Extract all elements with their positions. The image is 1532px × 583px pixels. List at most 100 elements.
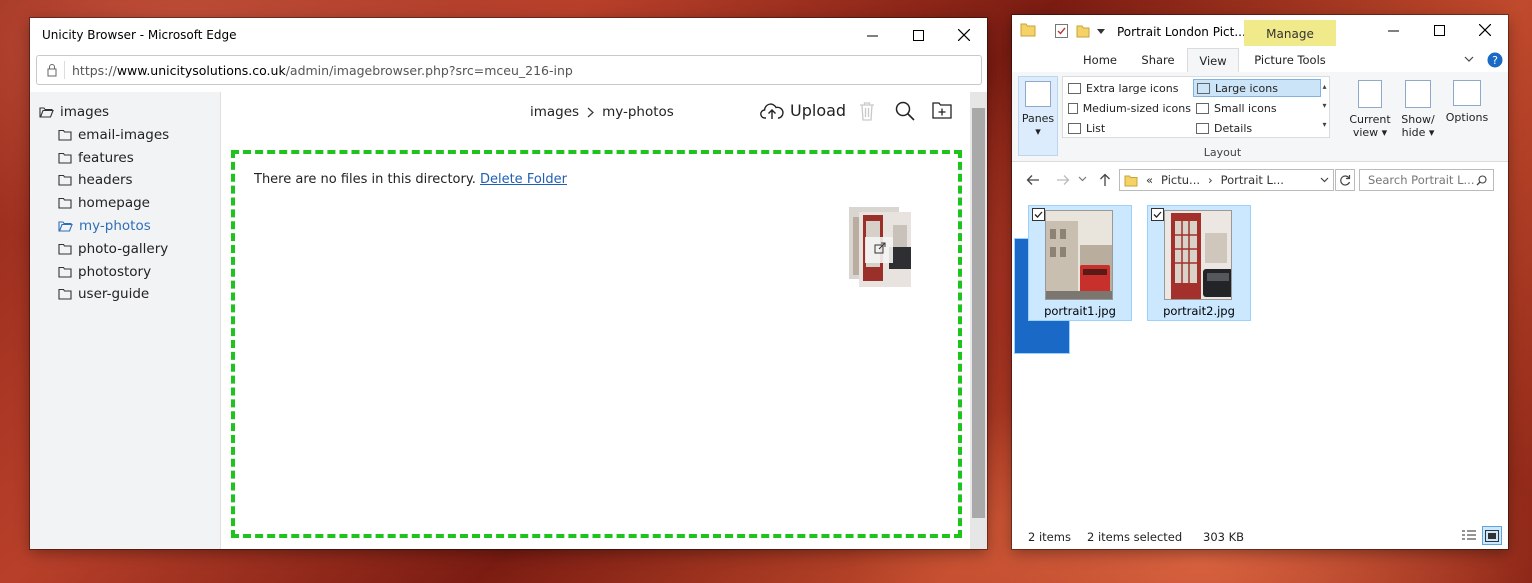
search-icon bbox=[895, 101, 915, 121]
layout-large-icons[interactable]: Large icons bbox=[1193, 79, 1321, 97]
tree-root-images[interactable]: images bbox=[39, 104, 109, 120]
edge-title-bar[interactable]: Unicity Browser - Microsoft Edge bbox=[30, 18, 987, 52]
small-icons-icon bbox=[1196, 102, 1209, 114]
maximize-icon bbox=[1433, 24, 1445, 36]
extra-large-icons-icon bbox=[1068, 82, 1081, 94]
svg-text:?: ? bbox=[1492, 54, 1498, 67]
search-input[interactable]: Search Portrait L... bbox=[1359, 169, 1494, 191]
upload-button[interactable]: Upload bbox=[760, 101, 846, 120]
address-bar[interactable]: https://www.unicitysolutions.co.uk/admin… bbox=[36, 55, 982, 85]
close-button[interactable] bbox=[1462, 15, 1508, 45]
layout-medium-icons[interactable]: Medium-sized icons bbox=[1065, 99, 1191, 117]
minimize-icon bbox=[1387, 30, 1399, 31]
quick-access-dropdown-icon bbox=[1097, 29, 1105, 34]
layout-list[interactable]: List bbox=[1065, 119, 1189, 137]
folder-plus-icon bbox=[932, 102, 952, 119]
path-segment-pictures[interactable]: Pictu... bbox=[1161, 173, 1200, 187]
tab-share[interactable]: Share bbox=[1132, 48, 1184, 72]
minimize-button[interactable] bbox=[849, 18, 895, 52]
layout-item-label: Medium-sized icons bbox=[1082, 101, 1191, 115]
current-view-icon bbox=[1358, 80, 1382, 108]
folder-icon bbox=[58, 243, 72, 255]
image-browser-main: images my-photos Upload There are no fil… bbox=[221, 92, 970, 549]
layout-item-label: Small icons bbox=[1214, 101, 1277, 115]
layout-extra-large-icons[interactable]: Extra large icons bbox=[1065, 79, 1189, 97]
tree-item-headers[interactable]: headers bbox=[58, 172, 133, 188]
address-path[interactable]: « Pictu... › Portrait L... bbox=[1119, 169, 1334, 191]
folder-icon bbox=[58, 129, 72, 141]
url-text[interactable]: https://www.unicitysolutions.co.uk/admin… bbox=[72, 63, 573, 78]
new-folder-button[interactable] bbox=[932, 101, 952, 119]
large-icons-view-button[interactable] bbox=[1482, 526, 1502, 545]
delete-folder-link[interactable]: Delete Folder bbox=[480, 172, 567, 187]
close-button[interactable] bbox=[941, 18, 987, 52]
status-bar: 2 items 2 items selected 303 KB bbox=[1012, 523, 1508, 549]
maximize-button[interactable] bbox=[895, 18, 941, 52]
options-button[interactable]: Options bbox=[1444, 76, 1490, 156]
explorer-title-bar[interactable]: Portrait London Pict... Manage bbox=[1012, 15, 1508, 46]
maximize-button[interactable] bbox=[1416, 15, 1462, 45]
layout-details[interactable]: Details bbox=[1193, 119, 1317, 137]
details-icon bbox=[1196, 122, 1209, 134]
options-icon bbox=[1453, 80, 1481, 106]
dragged-images-icon bbox=[849, 207, 911, 287]
file-item-portrait2[interactable]: portrait2.jpg bbox=[1147, 205, 1251, 321]
status-selected: 2 items selected bbox=[1087, 530, 1183, 544]
recent-dropdown-icon bbox=[1078, 176, 1087, 182]
show-hide-button[interactable]: Show/hide ▾ bbox=[1397, 76, 1439, 156]
minimize-button[interactable] bbox=[1370, 15, 1416, 45]
tree-item-photostory[interactable]: photostory bbox=[58, 264, 151, 280]
checkbox-icon[interactable] bbox=[1032, 208, 1045, 221]
folder-icon bbox=[58, 174, 72, 186]
dropdown-arrow-icon: ▾ bbox=[1035, 125, 1041, 138]
tree-item-my-photos[interactable]: my-photos bbox=[58, 218, 151, 234]
manage-contextual-tab[interactable]: Manage bbox=[1244, 20, 1336, 46]
upload-dropzone[interactable]: There are no files in this directory. De… bbox=[231, 150, 962, 538]
close-icon bbox=[1479, 24, 1491, 36]
status-size: 303 KB bbox=[1203, 530, 1245, 544]
delete-button[interactable] bbox=[859, 101, 875, 121]
edge-window-title: Unicity Browser - Microsoft Edge bbox=[42, 28, 237, 42]
current-view-button[interactable]: Current view ▾ bbox=[1349, 76, 1391, 156]
file-item-portrait1[interactable]: portrait1.jpg bbox=[1028, 205, 1132, 321]
layout-gallery: Extra large icons Large icons Medium-siz… bbox=[1062, 76, 1330, 138]
upload-label: Upload bbox=[790, 101, 847, 120]
path-segment-portrait-london[interactable]: Portrait L... bbox=[1221, 173, 1284, 187]
url-domain: www.unicitysolutions.co.uk bbox=[116, 63, 286, 78]
large-icons-icon bbox=[1197, 82, 1210, 94]
tree-item-email-images[interactable]: email-images bbox=[58, 127, 169, 143]
breadcrumb-images[interactable]: images bbox=[530, 104, 579, 120]
folder-tree: images email-images features headers hom… bbox=[30, 92, 221, 549]
large-icons-view-icon bbox=[1485, 529, 1499, 542]
layout-item-label: Large icons bbox=[1215, 81, 1278, 95]
details-view-icon bbox=[1462, 530, 1476, 540]
tree-item-homepage[interactable]: homepage bbox=[58, 195, 150, 211]
new-folder-quick-icon bbox=[1076, 25, 1090, 38]
current-view-label-2: view bbox=[1352, 126, 1379, 139]
layout-gallery-scroll[interactable]: ▴ ▾ ▾ bbox=[1319, 77, 1330, 137]
address-divider bbox=[64, 61, 65, 79]
panes-button[interactable]: Panes ▾ bbox=[1018, 76, 1058, 156]
current-view-label-1: Current bbox=[1349, 113, 1391, 126]
minimize-icon bbox=[866, 35, 878, 36]
tab-picture-tools[interactable]: Picture Tools bbox=[1244, 48, 1336, 72]
refresh-button[interactable] bbox=[1335, 169, 1355, 191]
path-overflow: « bbox=[1146, 173, 1154, 187]
scrollbar-thumb[interactable] bbox=[972, 108, 985, 518]
trash-icon bbox=[860, 102, 874, 121]
tab-home[interactable]: Home bbox=[1074, 48, 1126, 72]
properties-quick-icon bbox=[1055, 24, 1068, 38]
tree-item-photo-gallery[interactable]: photo-gallery bbox=[58, 241, 168, 257]
empty-message-text: There are no files in this directory. bbox=[254, 172, 476, 187]
status-item-count: 2 items bbox=[1028, 530, 1071, 544]
checkbox-icon[interactable] bbox=[1151, 208, 1164, 221]
tree-item-features[interactable]: features bbox=[58, 150, 134, 166]
layout-small-icons[interactable]: Small icons bbox=[1193, 99, 1317, 117]
search-icon bbox=[1476, 175, 1487, 186]
forward-arrow-icon bbox=[1057, 175, 1070, 185]
tab-view[interactable]: View bbox=[1187, 48, 1239, 72]
edge-scrollbar[interactable] bbox=[970, 92, 987, 549]
tree-root-label: images bbox=[60, 104, 110, 120]
tree-item-user-guide[interactable]: user-guide bbox=[58, 286, 149, 302]
search-button[interactable] bbox=[895, 101, 915, 121]
